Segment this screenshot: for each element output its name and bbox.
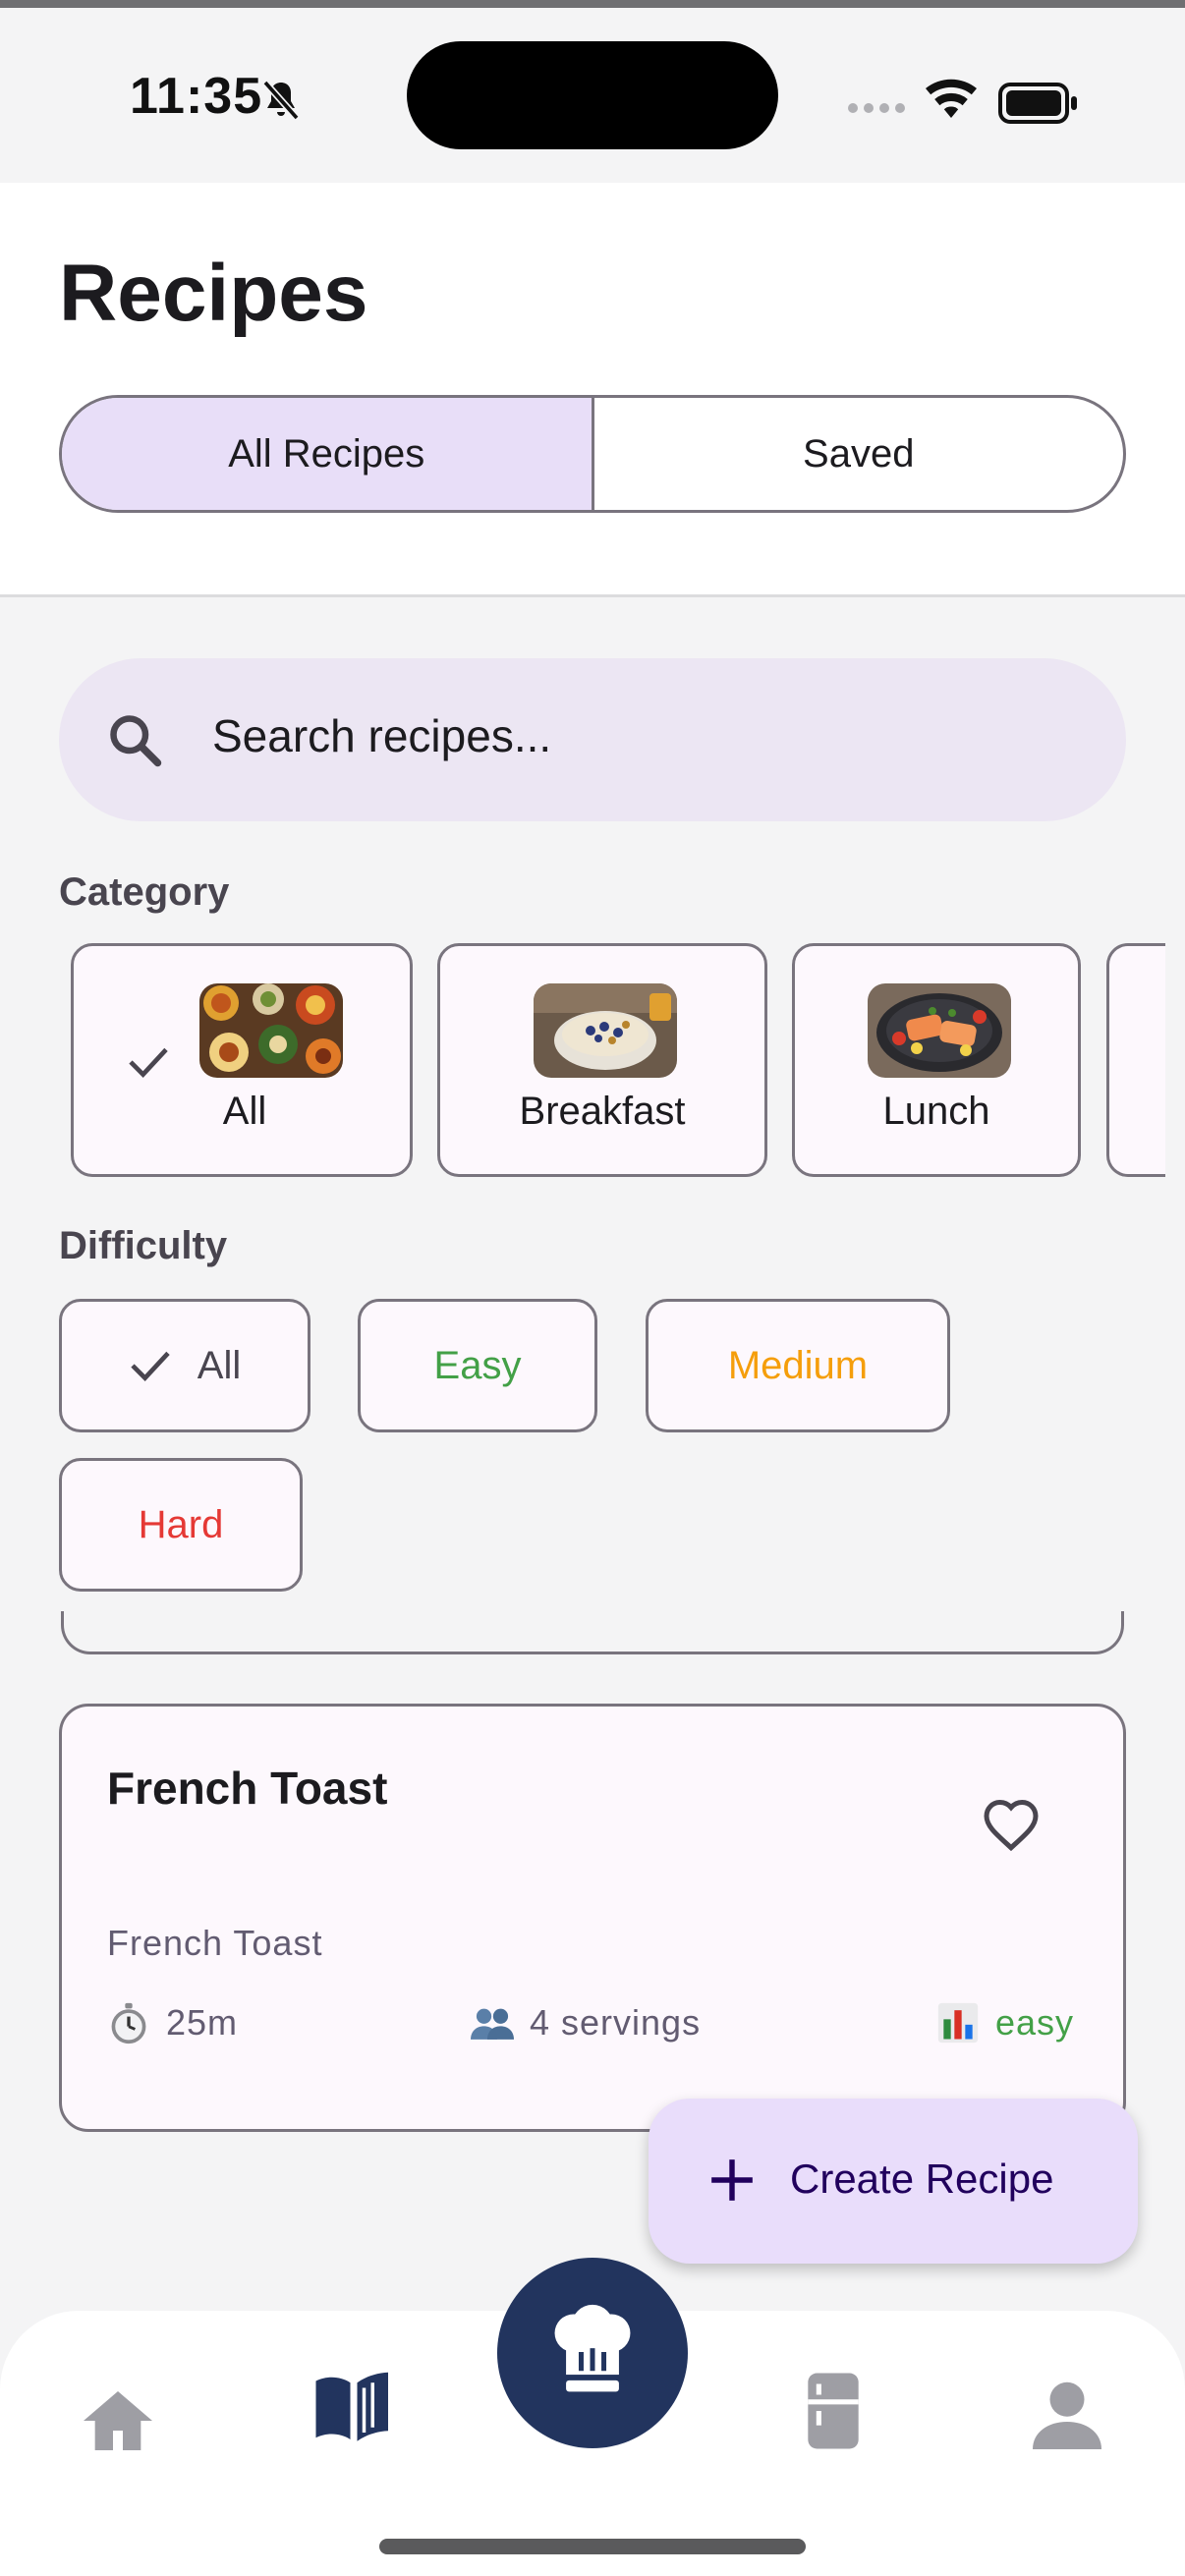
home-icon[interactable] <box>79 2381 157 2460</box>
difficulty-chip-hard[interactable]: Hard <box>59 1458 303 1592</box>
difficulty-label: Difficulty <box>59 1224 228 1267</box>
home-indicator <box>379 2539 806 2554</box>
category-label: Category <box>59 870 230 914</box>
recipe-book-icon[interactable] <box>312 2364 395 2446</box>
category-chip-label: Lunch <box>882 1090 990 1133</box>
recipe-difficulty: easy <box>936 2001 1074 2044</box>
create-recipe-label: Create Recipe <box>790 2156 1054 2202</box>
difficulty-chip-medium[interactable]: Medium <box>646 1299 950 1432</box>
check-icon <box>131 1351 170 1381</box>
difficulty-chip-label: Easy <box>433 1343 522 1387</box>
status-time: 11:35 <box>130 68 263 125</box>
heart-outline-icon[interactable] <box>982 1797 1041 1852</box>
dynamic-island <box>407 41 778 149</box>
check-icon <box>129 1047 168 1078</box>
recipe-card[interactable]: French Toast French Toast 25m 4 servings… <box>59 1704 1126 2132</box>
tab-all-recipes[interactable]: All Recipes <box>62 398 594 510</box>
category-chip-all[interactable]: All <box>71 943 413 1177</box>
fridge-icon[interactable] <box>790 2368 876 2454</box>
signal-dots-icon <box>848 103 905 113</box>
recipe-time: 25m <box>107 2001 238 2044</box>
previous-card-edge <box>61 1611 1124 1654</box>
difficulty-chip-label: All <box>197 1343 242 1387</box>
category-chip-label: Breakfast <box>519 1090 686 1133</box>
chef-hat-icon <box>554 2304 631 2392</box>
recipes-tab-switch: All Recipes Saved <box>59 395 1126 513</box>
food-spread-image <box>199 983 343 1078</box>
difficulty-chip-label: Hard <box>138 1502 224 1546</box>
wifi-icon <box>926 79 977 118</box>
stopwatch-icon <box>111 2002 146 2044</box>
create-recipe-button[interactable]: Create Recipe <box>649 2099 1138 2264</box>
people-icon <box>471 2008 514 2040</box>
recipe-time-value: 25m <box>166 2002 239 2043</box>
header: Recipes All Recipes Saved <box>0 183 1185 597</box>
category-chip-label: All <box>222 1090 267 1133</box>
salmon-plate-image <box>868 983 1011 1078</box>
bar-chart-icon <box>937 2002 979 2044</box>
status-bar: 11:35 <box>0 8 1185 183</box>
search-input[interactable]: Search recipes... <box>59 658 1126 821</box>
category-chip-lunch[interactable]: Lunch <box>792 943 1081 1177</box>
bell-slash-icon <box>262 80 300 121</box>
chef-hat-button[interactable] <box>497 2258 688 2448</box>
page-title: Recipes <box>59 249 368 338</box>
recipe-difficulty-value: easy <box>995 2002 1075 2043</box>
category-chip-more[interactable] <box>1106 943 1165 1177</box>
recipe-servings-value: 4 servings <box>530 2002 702 2043</box>
oatmeal-bowl-image <box>534 983 677 1078</box>
search-icon <box>110 715 162 767</box>
search-placeholder: Search recipes... <box>212 710 552 761</box>
difficulty-chip-easy[interactable]: Easy <box>358 1299 597 1432</box>
tab-saved[interactable]: Saved <box>594 398 1124 510</box>
difficulty-chip-all[interactable]: All <box>59 1299 310 1432</box>
plus-icon <box>711 2159 753 2201</box>
difficulty-chip-label: Medium <box>727 1343 869 1387</box>
profile-icon[interactable] <box>1026 2374 1108 2456</box>
recipe-title: French Toast <box>107 1763 388 1814</box>
recipe-servings: 4 servings <box>471 2001 701 2044</box>
recipe-subtitle: French Toast <box>107 1923 323 1963</box>
battery-icon <box>998 83 1077 124</box>
category-chip-breakfast[interactable]: Breakfast <box>437 943 767 1177</box>
top-border <box>0 0 1185 8</box>
